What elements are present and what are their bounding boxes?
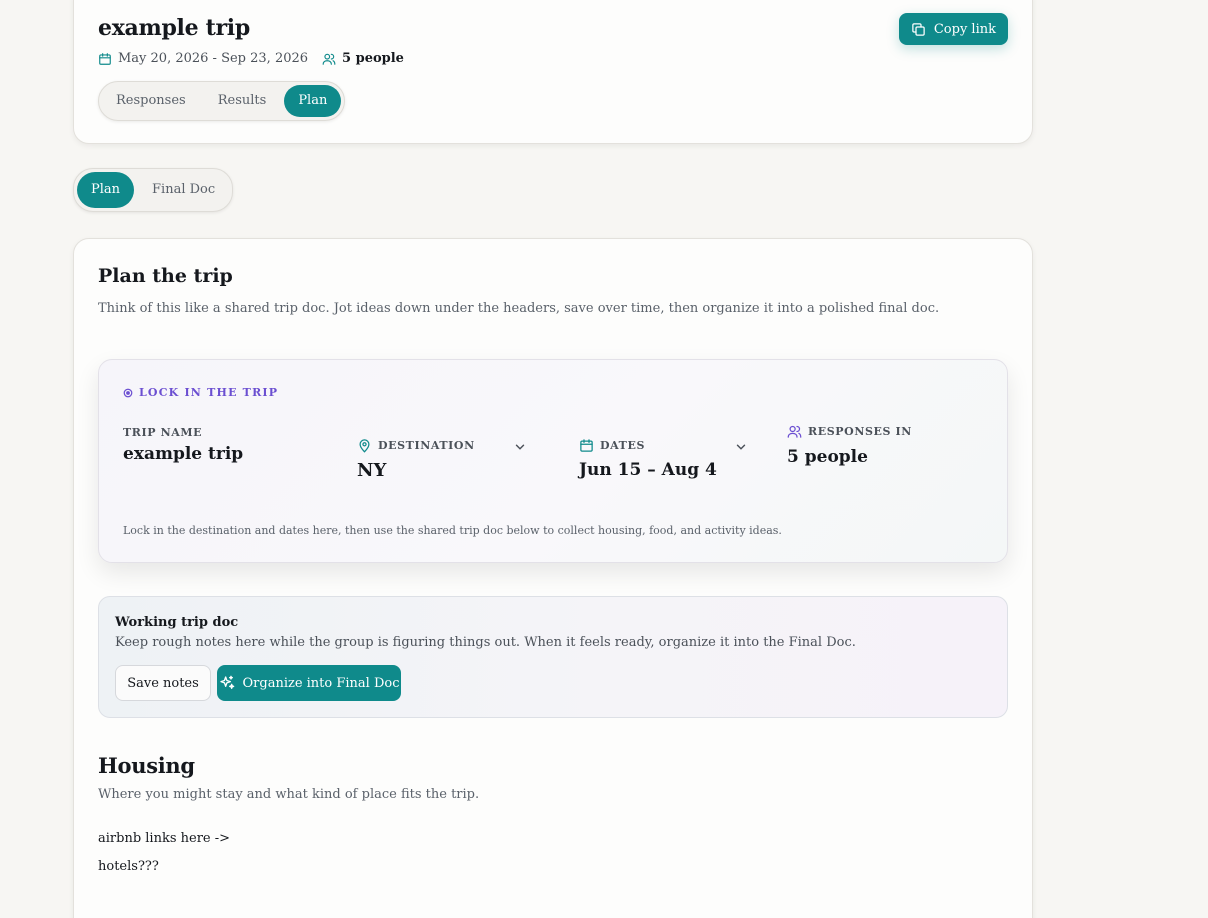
calendar-icon bbox=[580, 439, 593, 452]
plan-description: Think of this like a shared trip doc. Jo… bbox=[98, 301, 940, 316]
lock-in-label-text: LOCK IN THE TRIP bbox=[139, 386, 279, 399]
working-trip-doc-card: Working trip doc Keep rough notes here w… bbox=[98, 596, 1008, 718]
responses-label-text: RESPONSES IN bbox=[808, 425, 912, 438]
sparkles-icon bbox=[219, 675, 234, 689]
trip-name-label: TRIP NAME bbox=[123, 426, 202, 439]
plan-title: Plan the trip bbox=[98, 265, 233, 287]
tab-plan[interactable]: Plan bbox=[284, 85, 342, 117]
copy-icon bbox=[912, 22, 925, 36]
trip-title: example trip bbox=[98, 15, 250, 41]
dates-chevron-down-icon[interactable] bbox=[734, 440, 748, 454]
copy-link-button[interactable]: Copy link bbox=[898, 13, 1008, 45]
destination-label-text: DESTINATION bbox=[378, 439, 475, 452]
copy-link-label: Copy link bbox=[933, 21, 996, 37]
destination-chevron-down-icon[interactable] bbox=[513, 440, 527, 454]
housing-description: Where you might stay and what kind of pl… bbox=[98, 787, 480, 802]
trip-header-card: example trip May 20, 2026 - Sep 23, 2026… bbox=[73, 0, 1033, 144]
trip-name-label-text: TRIP NAME bbox=[123, 426, 203, 439]
plan-subtabs: Plan Final Doc bbox=[73, 168, 234, 212]
responses-value: 5 people bbox=[787, 447, 868, 467]
lock-in-label: LOCK IN THE TRIP bbox=[123, 386, 278, 399]
trip-date-range: May 20, 2026 - Sep 23, 2026 bbox=[118, 51, 309, 66]
target-icon bbox=[123, 388, 133, 397]
save-notes-label: Save notes bbox=[127, 675, 199, 691]
housing-title: Housing bbox=[98, 753, 195, 778]
trip-name-value: example trip bbox=[123, 444, 244, 464]
save-notes-button[interactable]: Save notes bbox=[115, 665, 211, 701]
people-icon bbox=[322, 53, 336, 65]
dates-label: DATES bbox=[579, 438, 645, 453]
lock-in-trip-card: LOCK IN THE TRIP TRIP NAME example trip … bbox=[98, 359, 1008, 563]
tab-responses[interactable]: Responses bbox=[102, 85, 200, 117]
people-icon bbox=[787, 425, 802, 438]
dates-label-text: DATES bbox=[600, 439, 645, 452]
housing-note-line[interactable]: airbnb links here -> bbox=[98, 831, 230, 846]
subtab-final-doc[interactable]: Final Doc bbox=[138, 172, 229, 208]
destination-label: DESTINATION bbox=[357, 438, 475, 453]
responses-label: RESPONSES IN bbox=[787, 424, 912, 439]
lock-in-note: Lock in the destination and dates here, … bbox=[123, 524, 782, 537]
location-pin-icon bbox=[359, 439, 370, 453]
main-tabs: Responses Results Plan bbox=[98, 81, 346, 121]
tab-results[interactable]: Results bbox=[204, 85, 281, 117]
calendar-icon bbox=[99, 52, 111, 65]
working-doc-title: Working trip doc bbox=[115, 615, 239, 630]
destination-value[interactable]: NY bbox=[357, 460, 386, 481]
dates-value[interactable]: Jun 15 – Aug 4 bbox=[579, 460, 717, 480]
trip-meta-row: May 20, 2026 - Sep 23, 2026 5 people bbox=[98, 51, 404, 66]
organize-final-doc-button[interactable]: Organize into Final Doc bbox=[217, 665, 401, 701]
organize-label: Organize into Final Doc bbox=[242, 675, 400, 691]
plan-card: Plan the trip Think of this like a share… bbox=[73, 238, 1033, 918]
housing-note-line[interactable]: hotels??? bbox=[98, 859, 159, 874]
working-doc-description: Keep rough notes here while the group is… bbox=[115, 635, 856, 650]
subtab-plan[interactable]: Plan bbox=[77, 172, 135, 208]
trip-people-count: 5 people bbox=[342, 51, 404, 66]
